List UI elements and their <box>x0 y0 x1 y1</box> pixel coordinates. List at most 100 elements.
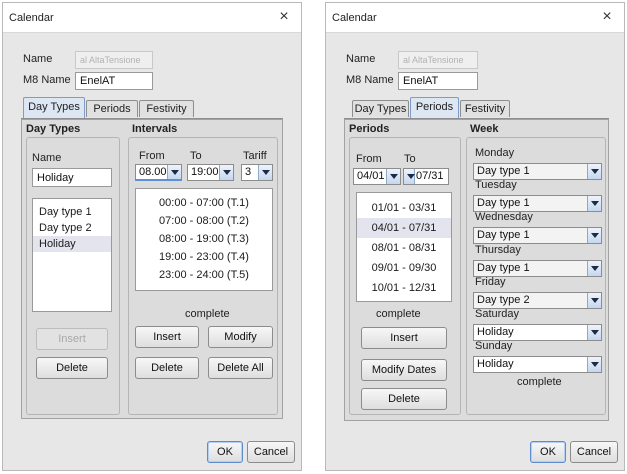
close-icon[interactable]: × <box>275 8 293 26</box>
window-title: Calendar <box>9 12 54 24</box>
list-item-selected[interactable]: 04/01 - 07/31 <box>357 218 451 238</box>
to-label: To <box>190 150 202 162</box>
m8name-label: M8 Name <box>346 74 394 86</box>
m8name-label: M8 Name <box>23 74 71 86</box>
wednesday-combo[interactable]: Day type 1 <box>473 227 602 244</box>
to-combo[interactable]: 19:00 <box>187 164 234 181</box>
tariff-value: 3 <box>245 166 252 178</box>
tab-day-types[interactable]: Day Types <box>23 97 85 118</box>
periods-header: Periods <box>349 123 390 135</box>
list-item[interactable]: 00:00 - 07:00 (T.1) <box>136 195 272 213</box>
chevron-down-icon[interactable] <box>587 293 601 308</box>
sunday-combo[interactable]: Holiday <box>473 356 602 373</box>
chevron-down-icon[interactable] <box>167 165 181 179</box>
tuesday-label: Tuesday <box>475 179 517 191</box>
insert-daytype-button[interactable]: Insert <box>36 328 108 350</box>
cancel-button[interactable]: Cancel <box>570 441 618 463</box>
name-field <box>75 51 153 69</box>
from-label: From <box>356 153 382 165</box>
chevron-down-icon[interactable] <box>587 228 601 243</box>
chevron-down-icon[interactable] <box>587 261 601 276</box>
periods-list[interactable]: 01/01 - 03/31 04/01 - 07/31 08/01 - 08/3… <box>356 192 452 302</box>
list-item[interactable]: 10/01 - 12/31 <box>357 278 451 298</box>
chevron-down-icon[interactable] <box>404 169 415 184</box>
wednesday-label: Wednesday <box>475 211 533 223</box>
list-item[interactable]: 08:00 - 19:00 (T.3) <box>136 231 272 249</box>
periods-group: From To 04/01 07/31 01/01 - 03/31 04/01 … <box>349 137 461 415</box>
list-item[interactable]: Day type 2 <box>33 220 111 236</box>
list-item[interactable]: 07:00 - 08:00 (T.2) <box>136 213 272 231</box>
ok-button[interactable]: OK <box>207 441 243 463</box>
calendar-dialog-periods: Calendar × Name M8 Name Day Types Period… <box>325 2 625 471</box>
chevron-down-icon[interactable] <box>587 164 601 179</box>
thursday-combo[interactable]: Day type 1 <box>473 260 602 277</box>
list-item[interactable]: 23:00 - 24:00 (T.5) <box>136 267 272 285</box>
ok-button[interactable]: OK <box>530 441 566 463</box>
intervals-list[interactable]: 00:00 - 07:00 (T.1) 07:00 - 08:00 (T.2) … <box>135 188 273 291</box>
calendar-dialog-daytypes: Calendar × Name M8 Name Day Types Period… <box>2 2 302 471</box>
day-types-header: Day Types <box>26 123 81 135</box>
tab-periods[interactable]: Periods <box>86 100 138 117</box>
daytype-name-field[interactable] <box>32 168 112 187</box>
monday-label: Monday <box>475 147 515 159</box>
chevron-down-icon[interactable] <box>587 325 601 340</box>
monday-value: Day type 1 <box>477 165 530 177</box>
from-combo[interactable]: 08.00 <box>135 164 182 181</box>
period-to-combo[interactable]: 07/31 <box>403 168 449 185</box>
name-label: Name <box>23 53 53 65</box>
from-value: 04/01 <box>357 170 385 182</box>
thursday-value: Day type 1 <box>477 262 530 274</box>
insert-period-button[interactable]: Insert <box>361 327 447 349</box>
tariff-label: Tariff <box>243 150 267 162</box>
list-item[interactable]: 01/01 - 03/31 <box>357 198 451 218</box>
delete-period-button[interactable]: Delete <box>361 388 447 410</box>
saturday-combo[interactable]: Holiday <box>473 324 602 341</box>
close-icon[interactable]: × <box>598 8 616 26</box>
tab-periods[interactable]: Periods <box>410 97 459 118</box>
tuesday-combo[interactable]: Day type 1 <box>473 195 602 212</box>
tariff-combo[interactable]: 3 <box>241 164 273 181</box>
sunday-value: Holiday <box>477 358 514 370</box>
delete-interval-button[interactable]: Delete <box>135 357 199 379</box>
modify-interval-button[interactable]: Modify <box>208 326 273 348</box>
monday-combo[interactable]: Day type 1 <box>473 163 602 180</box>
sunday-label: Sunday <box>475 340 513 352</box>
friday-combo[interactable]: Day type 2 <box>473 292 602 309</box>
period-from-combo[interactable]: 04/01 <box>353 168 401 185</box>
list-item[interactable]: 09/01 - 09/30 <box>357 258 451 278</box>
tab-festivity[interactable]: Festivity <box>460 100 510 117</box>
chevron-down-icon[interactable] <box>587 196 601 211</box>
tab-content: Periods Week From To 04/01 07/31 01/01 -… <box>344 119 609 421</box>
chevron-down-icon[interactable] <box>219 165 233 180</box>
intervals-header: Intervals <box>132 123 178 135</box>
tab-content: Day Types Intervals Name Day type 1 Day … <box>21 119 283 419</box>
m8name-field[interactable] <box>398 72 478 90</box>
m8name-field[interactable] <box>75 72 153 90</box>
friday-label: Friday <box>475 276 506 288</box>
day-types-list[interactable]: Day type 1 Day type 2 Holiday <box>32 198 112 312</box>
insert-interval-button[interactable]: Insert <box>135 326 199 348</box>
title-bar: Calendar × <box>3 3 301 33</box>
tab-festivity[interactable]: Festivity <box>139 100 194 117</box>
list-item[interactable]: 19:00 - 23:00 (T.4) <box>136 249 272 267</box>
list-item[interactable]: 08/01 - 08/31 <box>357 238 451 258</box>
delete-all-button[interactable]: Delete All <box>208 357 273 379</box>
cancel-button[interactable]: Cancel <box>247 441 295 463</box>
delete-daytype-button[interactable]: Delete <box>36 357 108 379</box>
to-value: 19:00 <box>191 166 219 178</box>
chevron-down-icon[interactable] <box>258 165 272 180</box>
chevron-down-icon[interactable] <box>386 169 400 184</box>
modify-dates-button[interactable]: Modify Dates <box>361 359 447 381</box>
name-field <box>398 51 478 69</box>
to-label: To <box>404 153 416 165</box>
chevron-down-icon[interactable] <box>587 357 601 372</box>
thursday-label: Thursday <box>475 244 521 256</box>
from-value: 08.00 <box>139 166 167 178</box>
saturday-value: Holiday <box>477 326 514 338</box>
status-text: complete <box>376 308 421 320</box>
list-item[interactable]: Day type 1 <box>33 204 111 220</box>
tab-day-types[interactable]: Day Types <box>352 100 409 117</box>
list-item-selected[interactable]: Holiday <box>33 236 111 252</box>
status-text: complete <box>517 376 562 388</box>
week-header: Week <box>470 123 499 135</box>
